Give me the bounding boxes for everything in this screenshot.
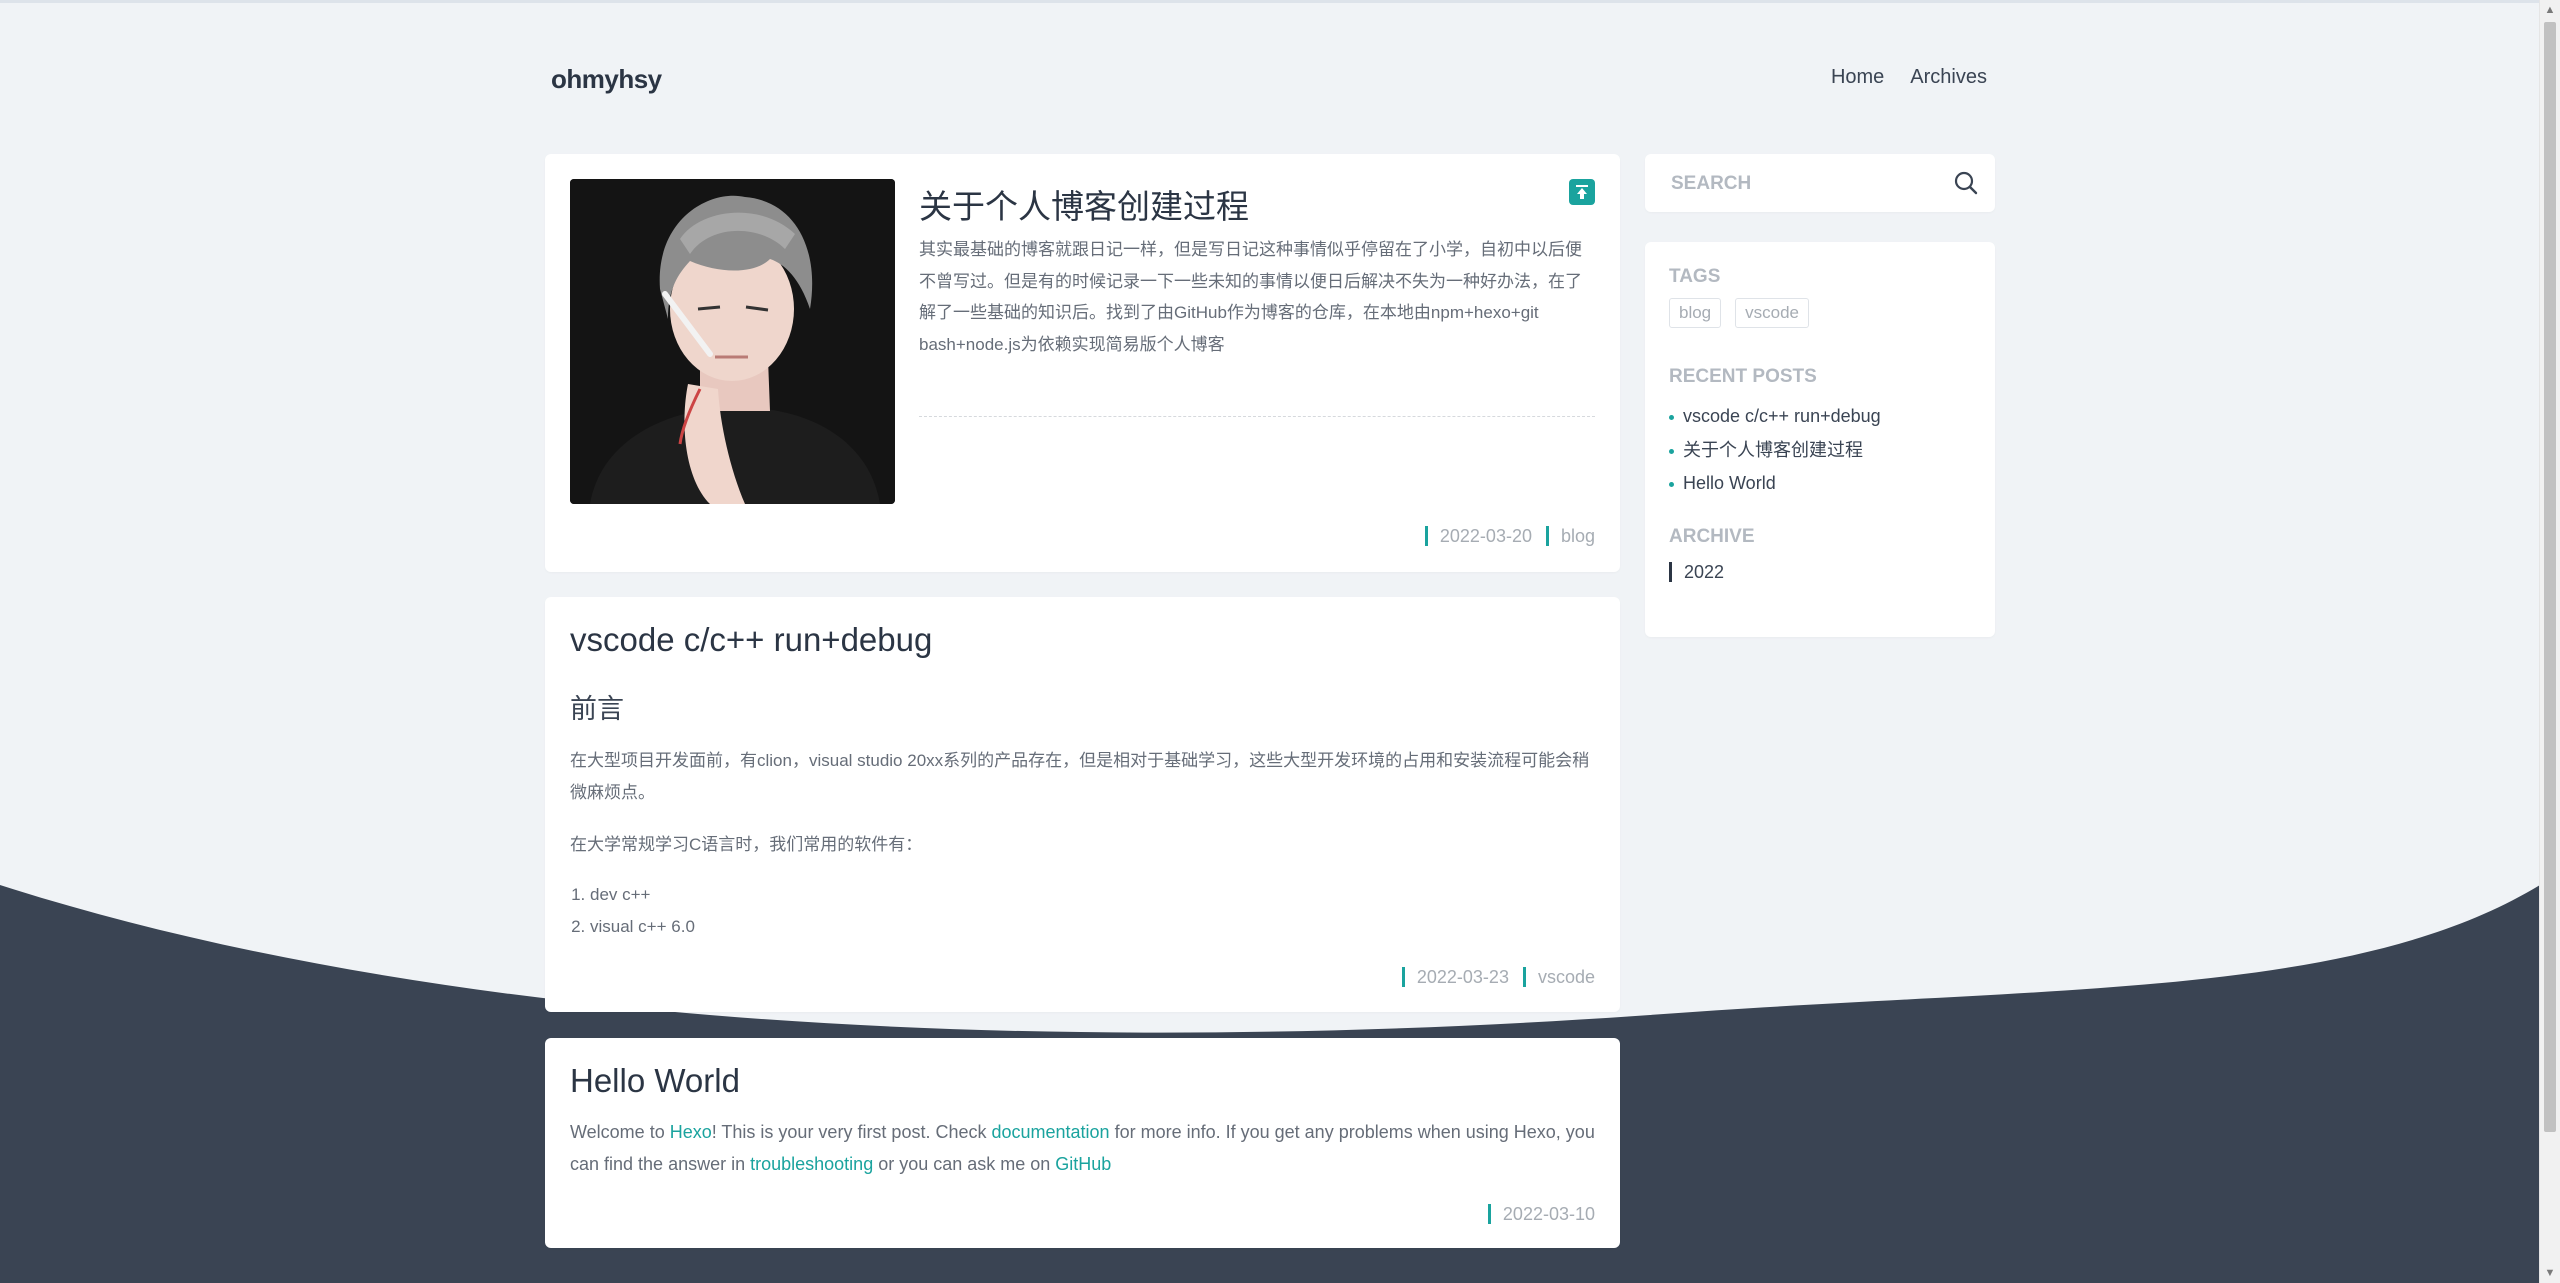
software-list: dev c++ visual c++ 6.0 bbox=[570, 879, 695, 942]
search-input[interactable] bbox=[1669, 168, 1933, 200]
list-item: dev c++ bbox=[590, 879, 695, 911]
tag-vscode[interactable]: vscode bbox=[1735, 298, 1810, 328]
documentation-link[interactable]: documentation bbox=[991, 1122, 1109, 1142]
archive-title: ARCHIVE bbox=[1669, 526, 1755, 547]
nav-archives[interactable]: Archives bbox=[1910, 66, 1987, 89]
post-heading: 前言 bbox=[570, 694, 624, 724]
text: Welcome to bbox=[570, 1122, 670, 1142]
post-date: 2022-03-20 bbox=[1424, 526, 1532, 546]
post-title[interactable]: vscode c/c++ run+debug bbox=[570, 621, 932, 659]
main-nav: Home Archives bbox=[1831, 66, 1987, 89]
divider bbox=[919, 416, 1595, 417]
github-link[interactable]: GitHub bbox=[1055, 1154, 1111, 1174]
pinned-top-icon bbox=[1569, 179, 1595, 205]
site-title[interactable]: ohmyhsy bbox=[551, 64, 662, 95]
archive-item-2022[interactable]: 2022 bbox=[1669, 562, 1724, 582]
post-category[interactable]: blog bbox=[1545, 526, 1595, 546]
post-date: 2022-03-23 bbox=[1401, 967, 1509, 987]
tags-title: TAGS bbox=[1669, 266, 1721, 287]
text: or you can ask me on bbox=[873, 1154, 1056, 1174]
recent-posts-list: vscode c/c++ run+debug 关于个人博客创建过程 Hello … bbox=[1669, 400, 1881, 501]
nav-home[interactable]: Home bbox=[1831, 66, 1884, 89]
post-card-vscode: vscode c/c++ run+debug 前言 在大型项目开发面前，有cli… bbox=[545, 597, 1620, 1012]
post-title[interactable]: Hello World bbox=[570, 1062, 740, 1100]
vertical-scrollbar[interactable]: ▲ ▼ bbox=[2539, 0, 2560, 1283]
recent-posts-title: RECENT POSTS bbox=[1669, 366, 1817, 387]
search-box bbox=[1645, 154, 1995, 212]
search-icon[interactable] bbox=[1953, 170, 1979, 196]
tag-list: blog vscode bbox=[1669, 298, 1810, 328]
post-paragraph: 在大型项目开发面前，有clion，visual studio 20xx系列的产品… bbox=[570, 751, 1590, 802]
text: ! This is your very first post. Check bbox=[711, 1122, 992, 1142]
avatar-illustration bbox=[570, 179, 895, 504]
recent-post-item[interactable]: vscode c/c++ run+debug bbox=[1669, 400, 1881, 434]
troubleshooting-link[interactable]: troubleshooting bbox=[750, 1154, 873, 1174]
post-category[interactable]: vscode bbox=[1522, 967, 1595, 987]
post-date: 2022-03-10 bbox=[1487, 1204, 1595, 1224]
post-paragraph: 在大学常规学习C语言时，我们常用的软件有： bbox=[570, 835, 923, 854]
post-card-blog-creation: 关于个人博客创建过程 其实最基础的博客就跟日记一样，但是写日记这种事情似乎停留在… bbox=[545, 154, 1620, 572]
scroll-up-icon[interactable]: ▲ bbox=[2540, 0, 2560, 20]
recent-post-item[interactable]: 关于个人博客创建过程 bbox=[1669, 434, 1881, 468]
post-card-hello-world: Hello World Welcome to Hexo! This is you… bbox=[545, 1038, 1620, 1248]
tag-blog[interactable]: blog bbox=[1669, 298, 1722, 328]
post-excerpt: 其实最基础的博客就跟日记一样，但是写日记这种事情似乎停留在了小学，自初中以后便不… bbox=[919, 240, 1582, 354]
post-meta: 2022-03-20 blog bbox=[1424, 526, 1595, 546]
post-meta: 2022-03-10 bbox=[1487, 1204, 1595, 1224]
post-thumbnail[interactable] bbox=[570, 179, 895, 504]
post-title[interactable]: 关于个人博客创建过程 bbox=[919, 180, 1249, 228]
scrollbar-thumb[interactable] bbox=[2544, 22, 2556, 1132]
post-meta: 2022-03-23 vscode bbox=[1401, 967, 1595, 987]
post-excerpt: Welcome to Hexo! This is your very first… bbox=[570, 1116, 1600, 1180]
scroll-down-icon[interactable]: ▼ bbox=[2540, 1263, 2560, 1283]
list-item: visual c++ 6.0 bbox=[590, 911, 695, 943]
sidebar-widgets: TAGS blog vscode RECENT POSTS vscode c/c… bbox=[1645, 242, 1995, 637]
recent-post-item[interactable]: Hello World bbox=[1669, 467, 1881, 501]
hexo-link[interactable]: Hexo bbox=[670, 1122, 712, 1142]
